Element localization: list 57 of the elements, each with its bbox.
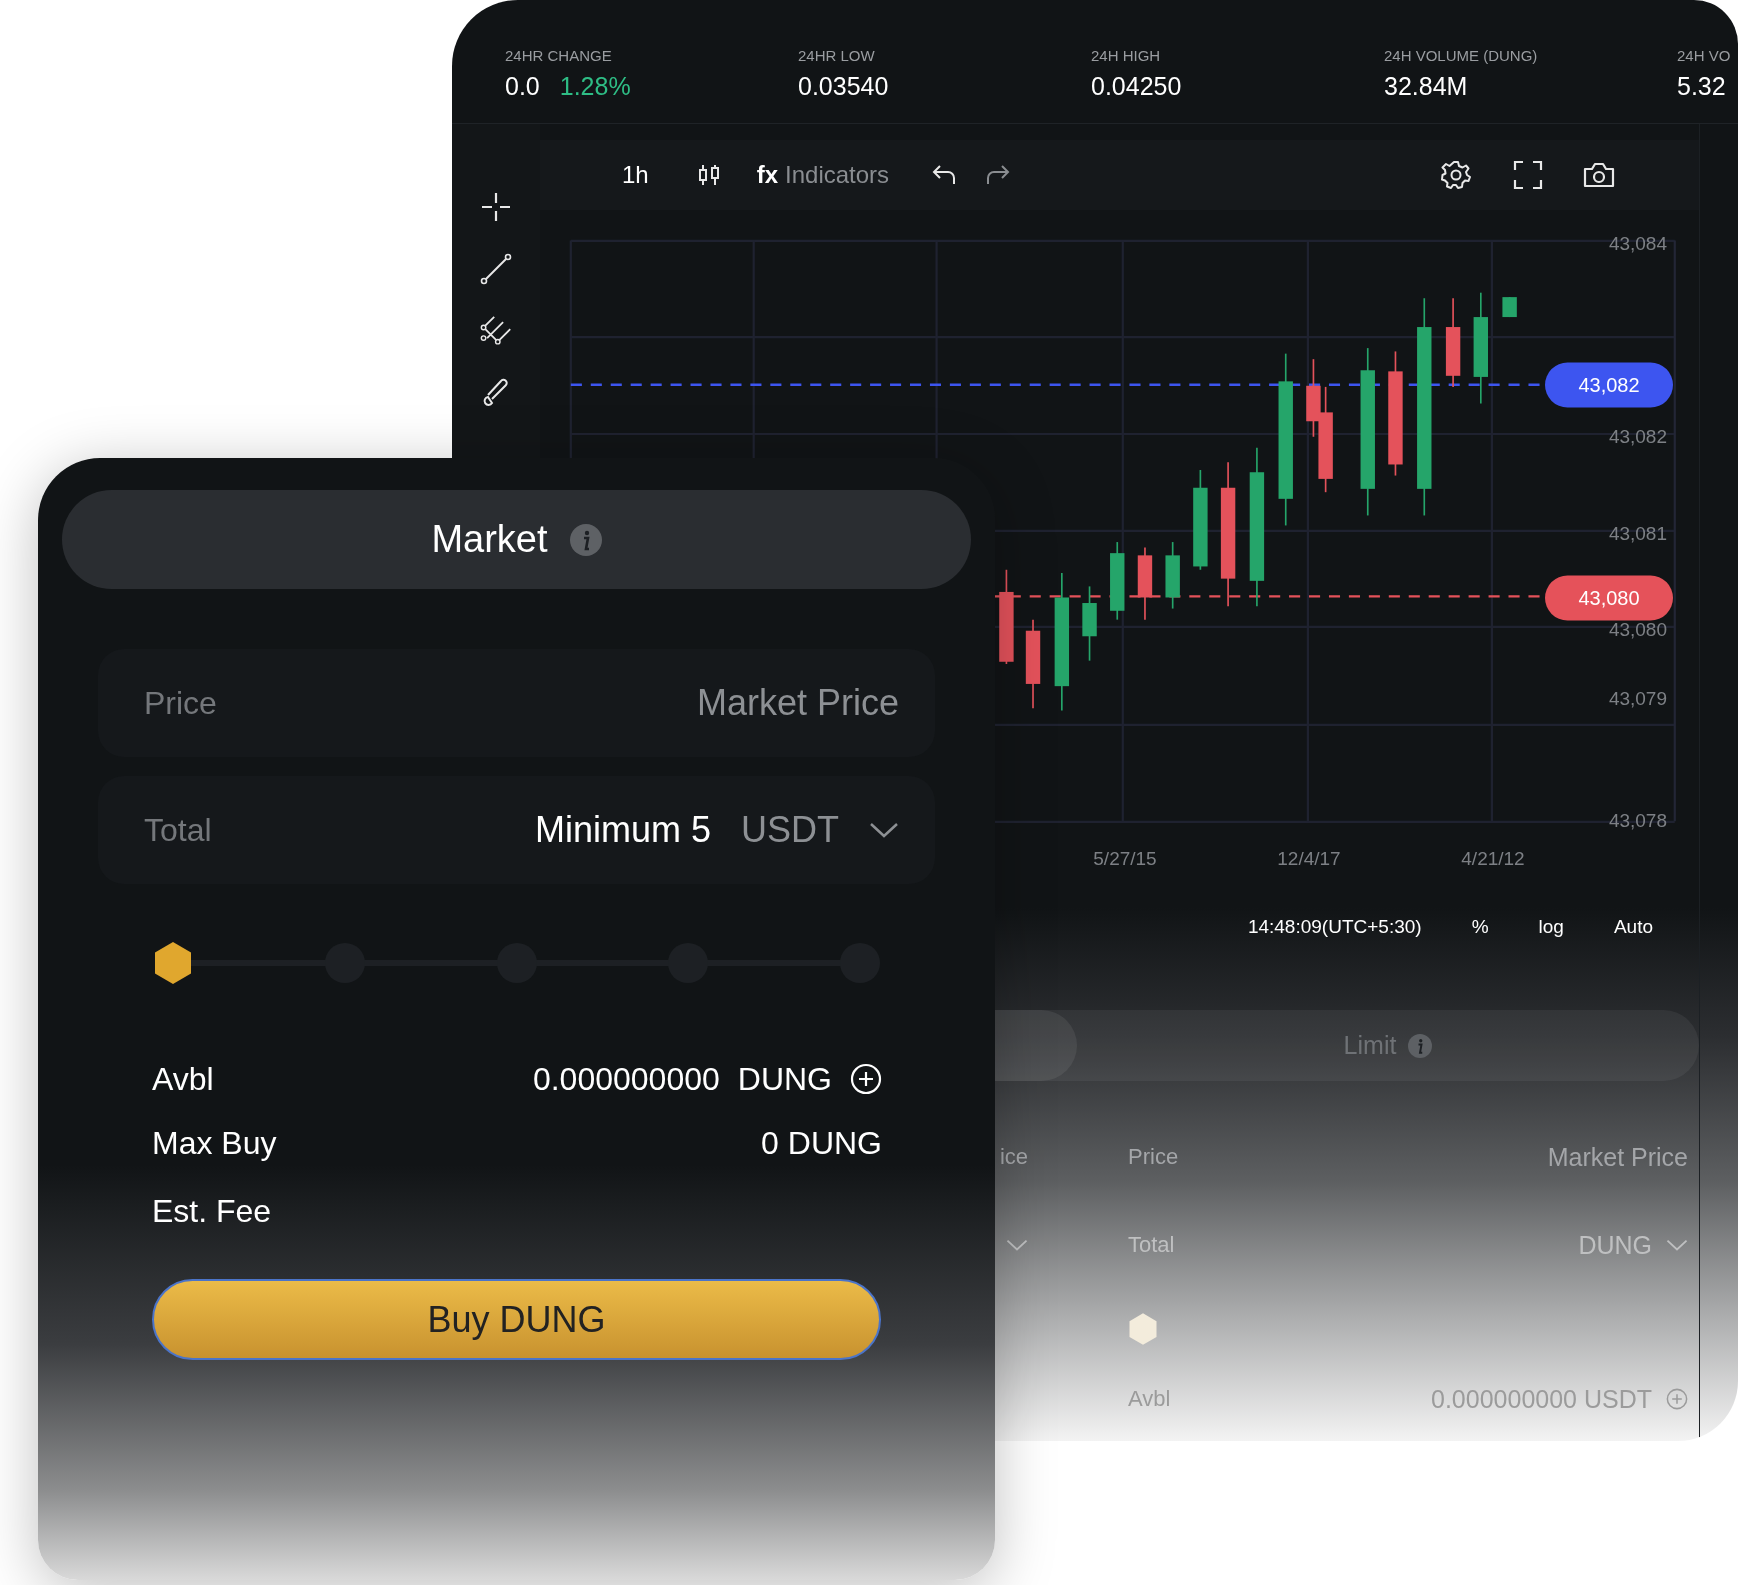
settings-icon[interactable]	[1441, 160, 1471, 190]
info-value: 0 DUNG	[761, 1124, 882, 1162]
unit-label: DUNG	[737, 1060, 832, 1098]
total-field[interactable]: Total Minimum 5 USDT	[98, 776, 935, 884]
market-tab[interactable]: Market	[62, 490, 971, 589]
balance-value: 0.000000000 USDT	[1431, 1384, 1652, 1414]
trend-line-icon[interactable]	[480, 253, 512, 285]
field-value: Market Price	[1547, 1142, 1688, 1172]
buy-button[interactable]: Buy DUNG	[152, 1279, 881, 1360]
stat-label: 24HR LOW	[798, 47, 876, 64]
chart-option[interactable]: 14:48:09(UTC+5:30)	[1247, 915, 1422, 938]
axis-label: 43,082	[1608, 426, 1667, 448]
axis-label: 5/27/15	[1093, 848, 1157, 870]
candle	[1502, 296, 1517, 318]
interval-button[interactable]: 1h	[622, 161, 649, 189]
slider-thumb[interactable]	[1128, 1312, 1158, 1346]
stat-value: 0.04250	[1091, 72, 1182, 101]
chart-option[interactable]: %	[1471, 915, 1489, 938]
stat-label: 24H VOLUME (DUNG)	[1384, 47, 1539, 64]
axis-label: 43,080	[1608, 619, 1667, 641]
stat-value: 32.84M	[1384, 72, 1468, 101]
stat-value: 0.03540	[798, 72, 889, 101]
stat-value: 0.0	[505, 72, 540, 101]
field-value: ice	[999, 1144, 1028, 1170]
field-label: Price	[1128, 1144, 1179, 1170]
stat-label: 24H VO	[1677, 47, 1732, 64]
indicators-button[interactable]: fx Indicators	[756, 161, 890, 189]
info-icon[interactable]	[1408, 1033, 1433, 1058]
crosshair-icon[interactable]	[480, 191, 512, 223]
info-label: Max Buy	[152, 1124, 277, 1162]
price-badge: 43,080	[1545, 575, 1673, 621]
axis-label: 43,079	[1608, 688, 1667, 710]
axis-label: 43,078	[1608, 810, 1667, 832]
info-label: Est. Fee	[152, 1192, 272, 1230]
balance-label: Avbl	[1128, 1386, 1171, 1412]
axis-label: 43,081	[1608, 523, 1667, 545]
change-percent: 1.28%	[559, 72, 631, 101]
info-value: 0.000000000	[532, 1060, 720, 1098]
stat-label: 24HR CHANGE	[505, 47, 613, 64]
stat-label: 24H HIGH	[1091, 47, 1162, 64]
candle	[1165, 541, 1180, 610]
chevron-icon[interactable]	[869, 821, 899, 839]
price-field[interactable]: Price Market Price	[98, 649, 935, 757]
camera-icon[interactable]	[1583, 160, 1615, 190]
axis-label: 43,084	[1608, 233, 1667, 255]
chart-option[interactable]: log	[1538, 915, 1564, 938]
field-label: Total	[1128, 1232, 1175, 1258]
slider-thumb[interactable]	[153, 941, 193, 985]
axis-label: 4/21/12	[1461, 848, 1525, 870]
chart-option[interactable]: Auto	[1613, 915, 1653, 938]
info-icon[interactable]	[569, 523, 602, 556]
stat-value: 5.32	[1677, 72, 1726, 101]
axis-label: 12/4/17	[1277, 848, 1341, 870]
pitchfork-icon[interactable]	[480, 315, 512, 347]
price-badge: 43,082	[1545, 362, 1673, 408]
fullscreen-icon[interactable]	[1513, 160, 1543, 190]
info-label: Avbl	[152, 1060, 214, 1098]
